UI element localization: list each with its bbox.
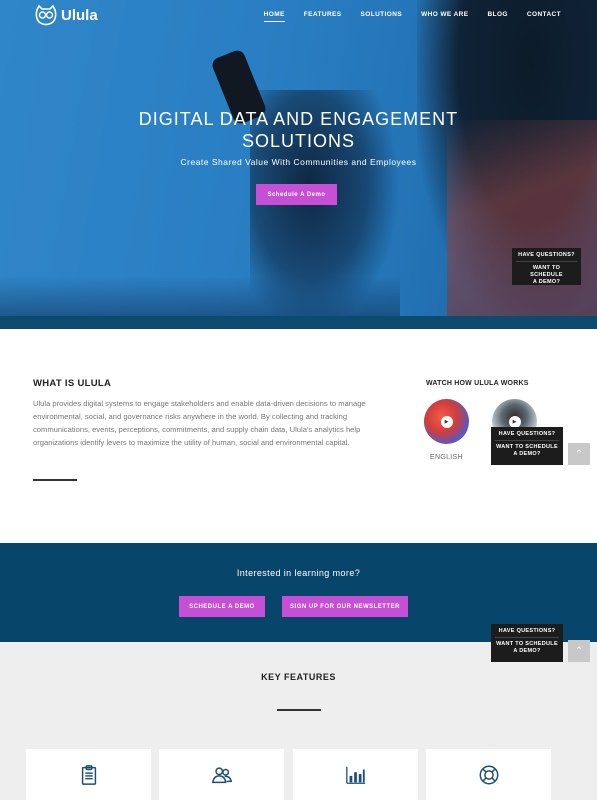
questions-widget[interactable]: HAVE QUESTIONS? WANT TO SCHEDULE A DEMO? xyxy=(491,624,563,662)
cta-schedule-demo-button[interactable]: SCHEDULE A DEMO xyxy=(179,596,265,617)
play-icon: ▶ xyxy=(508,415,521,428)
chevron-up-icon: ⌃ xyxy=(574,448,584,460)
feature-card[interactable] xyxy=(426,749,551,800)
hero-ground-image xyxy=(0,276,400,316)
nav-item-home[interactable]: HOME xyxy=(263,11,285,22)
schedule-demo-label: WANT TO SCHEDULE A DEMO? xyxy=(491,441,563,462)
section-divider xyxy=(277,709,321,711)
what-is-title: WHAT IS ULULA xyxy=(33,378,112,389)
feature-card[interactable] xyxy=(293,749,418,800)
feature-card[interactable] xyxy=(26,749,151,800)
schedule-demo-label: WANT TO SCHEDULE A DEMO? xyxy=(512,262,581,290)
schedule-demo-line-2: A DEMO? xyxy=(513,451,541,457)
scroll-to-top-button[interactable]: ⌃ xyxy=(568,443,590,465)
cta-newsletter-button[interactable]: SIGN UP FOR OUR NEWSLETTER xyxy=(282,596,408,617)
what-is-body: Ulula provides digital systems to engage… xyxy=(33,399,366,447)
users-icon xyxy=(211,767,232,784)
hero-title-line-1: DIGITAL DATA AND ENGAGEMENT xyxy=(138,109,459,129)
nav-item-contact[interactable]: CONTACT xyxy=(527,11,561,22)
questions-label: HAVE QUESTIONS? xyxy=(495,427,559,441)
schedule-demo-line-1: WANT TO SCHEDULE xyxy=(496,444,558,450)
questions-widget[interactable]: HAVE QUESTIONS? WANT TO SCHEDULE A DEMO? xyxy=(491,427,563,465)
schedule-demo-line-1: WANT TO SCHEDULE xyxy=(496,641,558,647)
brand-logo[interactable]: Ulula xyxy=(34,4,98,26)
hero-title-line-2: SOLUTIONS xyxy=(241,131,356,151)
top-navigation: Ulula HOME FEATURES SOLUTIONS WHO WE ARE… xyxy=(0,0,597,32)
watch-title: WATCH HOW ULULA WORKS xyxy=(426,380,529,387)
schedule-demo-line-2: A DEMO? xyxy=(532,279,561,285)
schedule-demo-line-2: A DEMO? xyxy=(513,648,541,654)
scroll-to-top-button[interactable]: ⌃ xyxy=(568,640,590,662)
schedule-demo-label: WANT TO SCHEDULE A DEMO? xyxy=(491,638,563,659)
video-thumbnail-english[interactable]: ▶ xyxy=(424,399,469,444)
video-label-english[interactable]: ENGLISH xyxy=(430,454,463,461)
bar-chart-icon xyxy=(345,766,365,784)
section-divider xyxy=(33,479,77,481)
hero-schedule-demo-button[interactable]: Schedule A Demo xyxy=(256,184,337,205)
questions-label: HAVE QUESTIONS? xyxy=(495,624,559,638)
nav-item-features[interactable]: FEATURES xyxy=(304,11,342,22)
feature-card[interactable] xyxy=(159,749,284,800)
cta-text: Interested in learning more? xyxy=(236,568,361,578)
features-title: KEY FEATURES xyxy=(261,672,336,682)
play-icon: ▶ xyxy=(440,415,453,428)
nav-item-who-we-are[interactable]: WHO WE ARE xyxy=(421,11,468,22)
owl-logo-icon xyxy=(35,4,57,26)
brand-name: Ulula xyxy=(61,6,98,24)
nav-item-blog[interactable]: BLOG xyxy=(488,11,508,22)
nav-item-solutions[interactable]: SOLUTIONS xyxy=(361,11,403,22)
chevron-up-icon: ⌃ xyxy=(574,645,584,657)
nav-links: HOME FEATURES SOLUTIONS WHO WE ARE BLOG … xyxy=(263,11,561,22)
hero-title: DIGITAL DATA AND ENGAGEMENT SOLUTIONS xyxy=(0,108,597,152)
clipboard-icon xyxy=(81,765,96,785)
questions-widget[interactable]: HAVE QUESTIONS? WANT TO SCHEDULE A DEMO? xyxy=(512,248,581,285)
hero-subtitle: Create Shared Value With Communities and… xyxy=(180,157,417,167)
questions-label: HAVE QUESTIONS? xyxy=(516,248,577,262)
schedule-demo-line-1: WANT TO SCHEDULE xyxy=(530,265,563,278)
lifebuoy-icon xyxy=(479,765,498,785)
hero-bottom-strip xyxy=(0,316,597,329)
